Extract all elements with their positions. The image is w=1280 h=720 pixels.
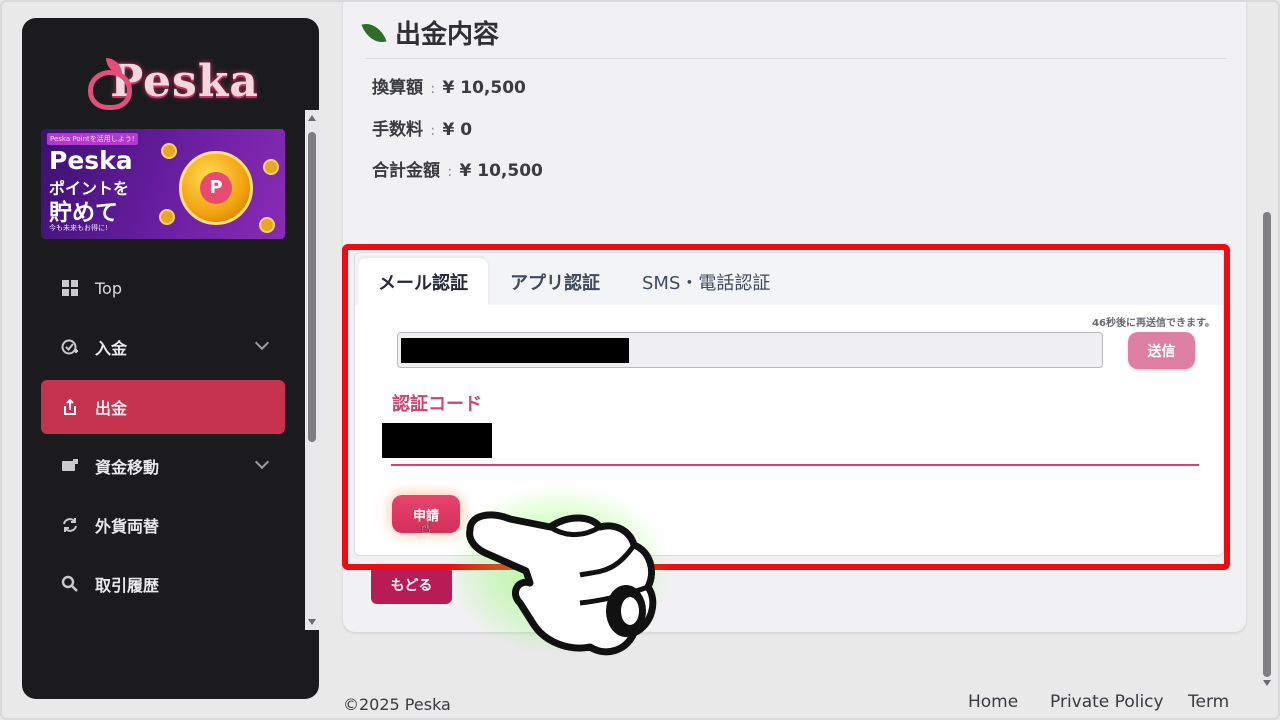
dashboard-icon — [61, 279, 79, 297]
coin-icon — [159, 209, 175, 225]
total-amount-row: 合計金額 : ¥ 10,500 — [372, 156, 543, 181]
withdraw-icon — [61, 398, 79, 416]
total-amount-label: 合計金額 — [372, 161, 440, 181]
sidebar-item-label: 取引履歴 — [95, 576, 160, 595]
chevron-down-icon — [254, 454, 270, 470]
page-scrollbar[interactable] — [1260, 0, 1274, 690]
deposit-icon — [61, 338, 79, 356]
fee-row: 手数料 : ¥ 0 — [372, 115, 472, 140]
logo-text: Peska — [110, 56, 259, 107]
sidebar-item-top[interactable]: Top — [41, 261, 285, 315]
fee-label: 手数料 — [372, 120, 423, 140]
footer-link-term[interactable]: Term — [1188, 692, 1229, 712]
scroll-down-icon[interactable] — [308, 619, 316, 625]
converted-amount-value: ¥ 10,500 — [442, 78, 526, 98]
scroll-up-icon[interactable] — [308, 115, 316, 121]
promo-banner[interactable]: Peska Pointを活用しよう! Peska ポイントを 貯めて 今も未来も… — [41, 129, 285, 239]
sidebar-item-label: 入金 — [95, 339, 128, 358]
sidebar: Peska Peska Pointを活用しよう! Peska ポイントを 貯めて… — [22, 18, 319, 699]
pointing-hand-overlay — [430, 475, 690, 675]
separator: : — [430, 81, 436, 97]
separator: : — [447, 164, 453, 180]
point-p-icon: P — [200, 172, 232, 204]
sidebar-scroll-thumb[interactable] — [308, 132, 316, 442]
sidebar-item-label: 資金移動 — [95, 458, 160, 477]
divider — [365, 58, 1227, 59]
section-header: 出金内容 — [361, 14, 500, 51]
banner-foot: 今も未来もお得に! — [49, 224, 108, 232]
page-scroll-thumb[interactable] — [1263, 212, 1271, 677]
logo-mark-icon — [88, 70, 132, 110]
sidebar-item-transfer[interactable]: 資金移動 — [41, 439, 285, 493]
logo[interactable]: Peska — [22, 56, 319, 116]
banner-line3: 貯めて — [49, 200, 118, 226]
section-title: 出金内容 — [395, 20, 500, 50]
footer-link-privacy-policy[interactable]: Private Policy — [1050, 692, 1164, 712]
search-icon — [61, 575, 79, 593]
sidebar-item-history[interactable]: 取引履歴 — [41, 557, 285, 611]
sidebar-item-exchange[interactable]: 外貨両替 — [41, 498, 285, 552]
banner-title: Peska — [49, 146, 133, 175]
point-coin-icon: P — [179, 151, 253, 225]
sidebar-scrollbar[interactable] — [305, 110, 319, 630]
transfer-icon — [61, 457, 79, 475]
sidebar-item-deposit[interactable]: 入金 — [41, 320, 285, 374]
exchange-icon — [61, 516, 79, 534]
banner-small-text: Peska Pointを活用しよう! — [47, 133, 138, 145]
fee-value: ¥ 0 — [442, 120, 473, 140]
sidebar-item-withdraw[interactable]: 出金 — [41, 380, 285, 434]
pointing-hand-icon — [466, 511, 657, 656]
sidebar-item-label: 出金 — [95, 399, 128, 418]
leaf-icon — [361, 18, 387, 47]
scroll-down-icon[interactable] — [1263, 680, 1271, 686]
chevron-down-icon — [254, 335, 270, 351]
total-amount-value: ¥ 10,500 — [459, 161, 543, 181]
converted-amount-row: 換算額 : ¥ 10,500 — [372, 73, 526, 98]
copyright: ©2025 Peska — [343, 695, 451, 714]
coin-icon — [263, 159, 279, 175]
mouse-cursor-icon: ☝ — [421, 518, 431, 537]
sidebar-item-label: 外貨両替 — [95, 517, 160, 536]
coin-icon — [161, 143, 177, 159]
separator: : — [430, 123, 436, 139]
footer-link-home[interactable]: Home — [968, 692, 1018, 712]
coin-icon — [259, 217, 275, 233]
converted-amount-label: 換算額 — [372, 78, 423, 98]
sidebar-item-label: Top — [95, 278, 122, 298]
